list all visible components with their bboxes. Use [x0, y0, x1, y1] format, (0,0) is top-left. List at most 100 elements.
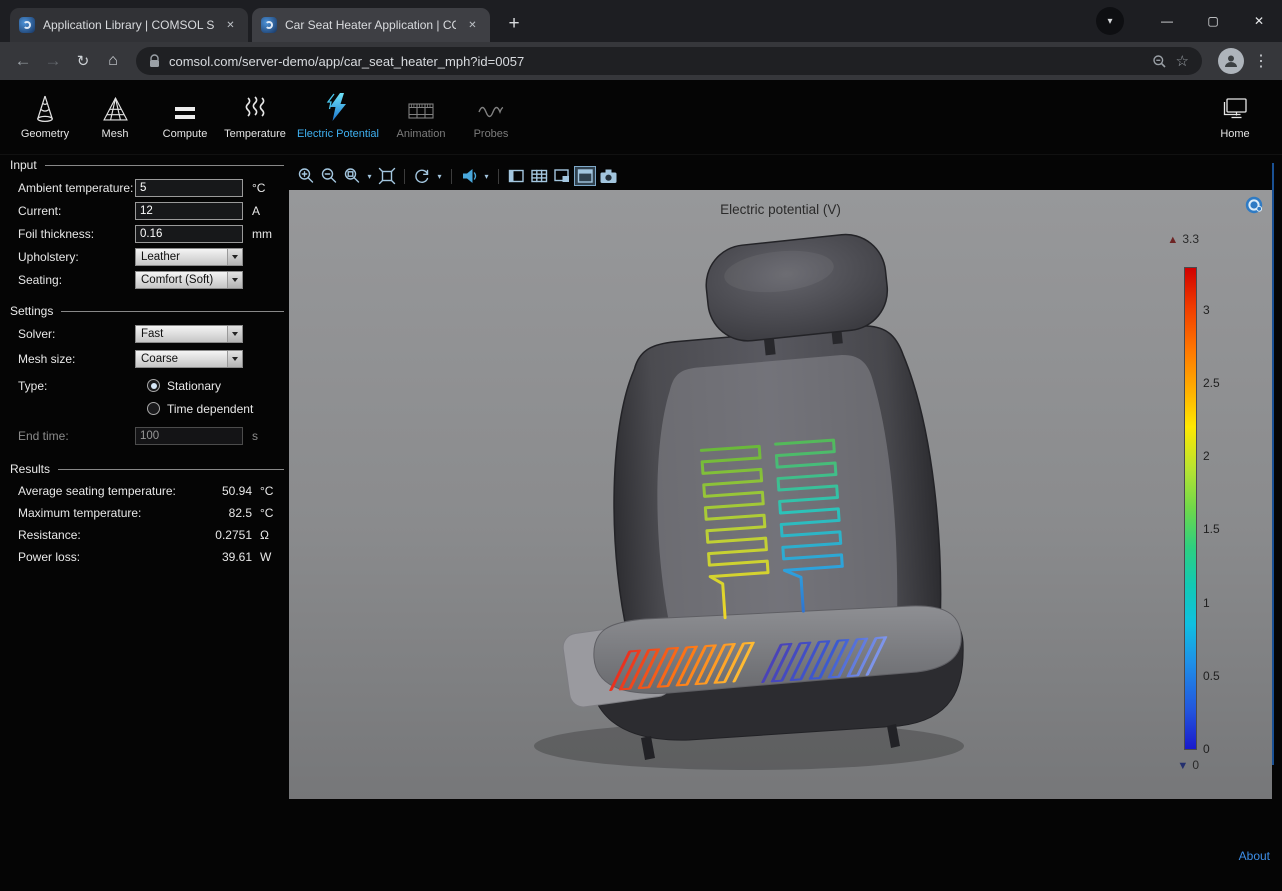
chevron-down-icon: [227, 249, 242, 265]
maximize-button[interactable]: ▢: [1190, 0, 1236, 42]
colorbar-tick: 1: [1203, 596, 1237, 610]
app-main: Input Ambient temperature: °C Current: A…: [0, 155, 1282, 891]
ribbon-label: Animation: [397, 128, 446, 140]
graphics-toolbar: ▾ ▾ ▾: [295, 165, 619, 187]
geometry-icon: [32, 89, 58, 122]
toolbar-separator: [451, 169, 452, 184]
result-unit: °C: [252, 484, 288, 498]
min-marker-icon: ▼: [1177, 760, 1188, 772]
ribbon-geometry[interactable]: Geometry: [10, 89, 80, 140]
section-title: Input: [10, 158, 37, 172]
mesh-size-row: Mesh size: Coarse: [0, 347, 288, 370]
upholstery-row: Upholstery: Leather: [0, 245, 288, 268]
result-label: Average seating temperature:: [18, 484, 194, 498]
plot-canvas[interactable]: Electric potential (V): [289, 190, 1272, 799]
chevron-down-icon: [227, 272, 242, 288]
zoom-extents-icon[interactable]: [376, 166, 398, 186]
solver-row: Solver: Fast: [0, 322, 288, 345]
home-icon[interactable]: ⌂: [98, 46, 128, 76]
accent-edge: [1272, 163, 1274, 765]
scene-light-icon[interactable]: [458, 166, 480, 186]
solver-select[interactable]: Fast: [135, 325, 243, 343]
select-value: Fast: [136, 328, 227, 340]
field-label: Type:: [18, 379, 135, 393]
chevron-down-icon[interactable]: ▾: [364, 172, 375, 181]
result-row: Maximum temperature: 82.5 °C: [0, 502, 288, 524]
tab-close-icon[interactable]: ✕: [464, 17, 481, 34]
compute-icon: [173, 89, 197, 122]
upholstery-select[interactable]: Leather: [135, 248, 243, 266]
colorbar-tick: 3: [1203, 303, 1237, 317]
show-axes-icon[interactable]: [551, 166, 573, 186]
chevron-down-icon: ▾: [1107, 16, 1112, 27]
back-icon[interactable]: ←: [8, 46, 38, 76]
seating-select[interactable]: Comfort (Soft): [135, 271, 243, 289]
result-unit: Ω: [252, 528, 288, 542]
radio-label: Time dependent: [167, 402, 253, 416]
current-input[interactable]: [135, 202, 243, 220]
foil-thickness-input[interactable]: [135, 225, 243, 243]
zoom-in-icon[interactable]: [295, 166, 317, 186]
ribbon-electric-potential[interactable]: Electric Potential: [290, 89, 386, 140]
foil-thickness-row: Foil thickness: mm: [0, 222, 288, 245]
about-link[interactable]: About: [1239, 849, 1270, 863]
car-seat-render: [289, 190, 1272, 799]
field-label: Ambient temperature:: [18, 181, 135, 195]
browser-menu-icon[interactable]: ⋮: [1248, 51, 1274, 71]
close-button[interactable]: ✕: [1236, 0, 1282, 42]
forward-icon[interactable]: →: [38, 46, 68, 76]
section-title: Settings: [10, 304, 53, 318]
type-row-stationary: Type: Stationary: [0, 374, 288, 397]
select-value: Leather: [136, 251, 227, 263]
tab-car-seat-heater[interactable]: Car Seat Heater Application | CO ✕: [252, 8, 490, 42]
mesh-size-select[interactable]: Coarse: [135, 350, 243, 368]
chevron-down-icon[interactable]: ▾: [481, 172, 492, 181]
bookmark-star-icon[interactable]: ☆: [1176, 52, 1189, 70]
zoom-box-icon[interactable]: [341, 166, 363, 186]
zoom-indicator-icon[interactable]: [1152, 54, 1167, 69]
toolbar-separator: [498, 169, 499, 184]
colorbar-tick: 2: [1203, 449, 1237, 463]
electric-potential-icon: [325, 89, 351, 122]
new-tab-button[interactable]: +: [500, 11, 528, 39]
colorbar-tick: 2.5: [1203, 376, 1237, 390]
ribbon-temperature[interactable]: Temperature: [220, 89, 290, 140]
tab-application-library[interactable]: Application Library | COMSOL Se ✕: [10, 8, 248, 42]
ribbon-home[interactable]: Home: [1202, 89, 1268, 140]
profile-avatar[interactable]: [1218, 48, 1244, 74]
section-title: Results: [10, 462, 50, 476]
tab-search-button[interactable]: ▾: [1096, 7, 1124, 35]
chevron-down-icon[interactable]: ▾: [434, 172, 445, 181]
seating-row: Seating: Comfort (Soft): [0, 268, 288, 291]
result-value: 82.5: [194, 506, 252, 520]
ribbon-label: Mesh: [102, 128, 129, 140]
reload-icon[interactable]: ↻: [68, 46, 98, 76]
minimize-button[interactable]: —: [1144, 0, 1190, 42]
rotate-view-icon[interactable]: [411, 166, 433, 186]
probes-icon: [477, 89, 505, 122]
field-label: Foil thickness:: [18, 227, 135, 241]
ribbon-animation[interactable]: Animation: [386, 89, 456, 140]
colorbar-max-marker: ▲3.3: [1157, 232, 1199, 246]
scene-settings-icon[interactable]: [574, 166, 596, 186]
graphics-panel: ▾ ▾ ▾: [288, 155, 1282, 891]
zoom-out-icon[interactable]: [318, 166, 340, 186]
field-unit: °C: [252, 181, 265, 195]
select-value: Comfort (Soft): [136, 274, 227, 286]
show-grid-icon[interactable]: [528, 166, 550, 186]
end-time-input: [135, 427, 243, 445]
tab-close-icon[interactable]: ✕: [222, 17, 239, 34]
ribbon-probes[interactable]: Probes: [456, 89, 526, 140]
stationary-radio[interactable]: [147, 379, 160, 392]
time-dependent-radio[interactable]: [147, 402, 160, 415]
ambient-temperature-input[interactable]: [135, 179, 243, 197]
result-unit: W: [252, 550, 288, 564]
show-legend-icon[interactable]: [505, 166, 527, 186]
snapshot-camera-icon[interactable]: [597, 166, 619, 186]
ribbon-mesh[interactable]: Mesh: [80, 89, 150, 140]
colorbar-tick: 0: [1203, 742, 1237, 756]
address-bar[interactable]: comsol.com/server-demo/app/car_seat_heat…: [136, 47, 1202, 75]
ribbon-compute[interactable]: Compute: [150, 89, 220, 140]
field-label: Mesh size:: [18, 352, 135, 366]
settings-sidebar: Input Ambient temperature: °C Current: A…: [0, 155, 288, 891]
